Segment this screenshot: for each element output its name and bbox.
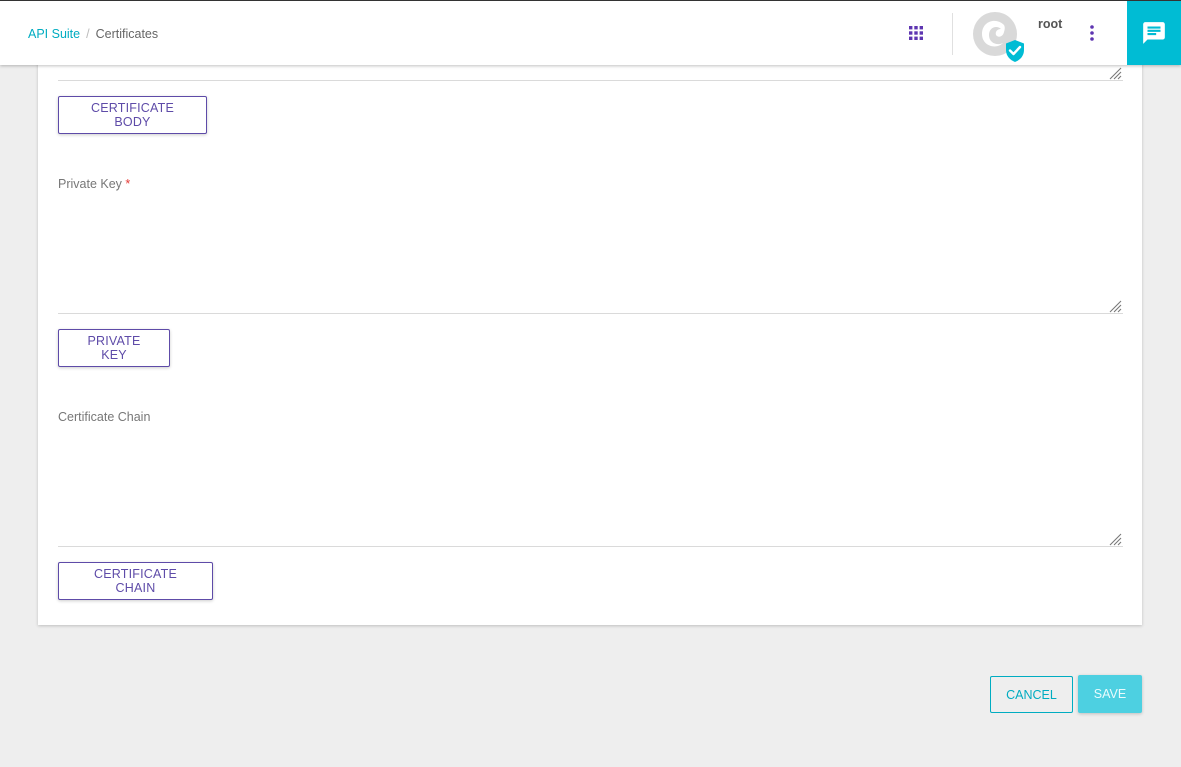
required-asterisk: * [125,177,131,191]
chat-icon [1143,22,1165,44]
certificate-chain-upload-button[interactable]: CERTIFICATE CHAIN [58,562,213,600]
breadcrumb-current-page: Certificates [95,27,159,41]
more-vert-icon[interactable] [1082,22,1102,44]
save-button[interactable]: SAVE [1078,675,1142,713]
private-key-label-text: Private Key [58,177,122,191]
top-app-bar: API Suite / Certificates root [0,0,1181,65]
chat-button[interactable] [1127,1,1181,65]
certificate-body-underline [58,80,1123,81]
certificate-chain-textarea[interactable] [58,431,1123,545]
certificate-chain-underline [58,546,1123,547]
certificate-form-card: CERTIFICATE BODY Private Key * PRIVATE K… [38,40,1142,625]
header-divider [952,13,953,55]
resize-handle-icon[interactable] [1108,532,1122,546]
username-label: root [1038,17,1063,31]
breadcrumb-separator: / [86,27,90,41]
resize-handle-icon[interactable] [1108,66,1122,80]
certificate-body-upload-button[interactable]: CERTIFICATE BODY [58,96,207,134]
private-key-label: Private Key * [58,177,130,191]
cancel-button[interactable]: CANCEL [990,676,1073,713]
private-key-upload-button[interactable]: PRIVATE KEY [58,329,170,367]
private-key-underline [58,313,1123,314]
breadcrumb: API Suite / Certificates [28,27,158,41]
certificate-chain-label: Certificate Chain [58,410,151,424]
breadcrumb-link-api-suite[interactable]: API Suite [28,27,80,41]
grid-apps-icon[interactable] [904,21,928,45]
avatar[interactable] [970,10,1028,64]
private-key-textarea[interactable] [58,198,1123,312]
verified-badge-icon [1006,40,1024,62]
resize-handle-icon[interactable] [1108,299,1122,313]
